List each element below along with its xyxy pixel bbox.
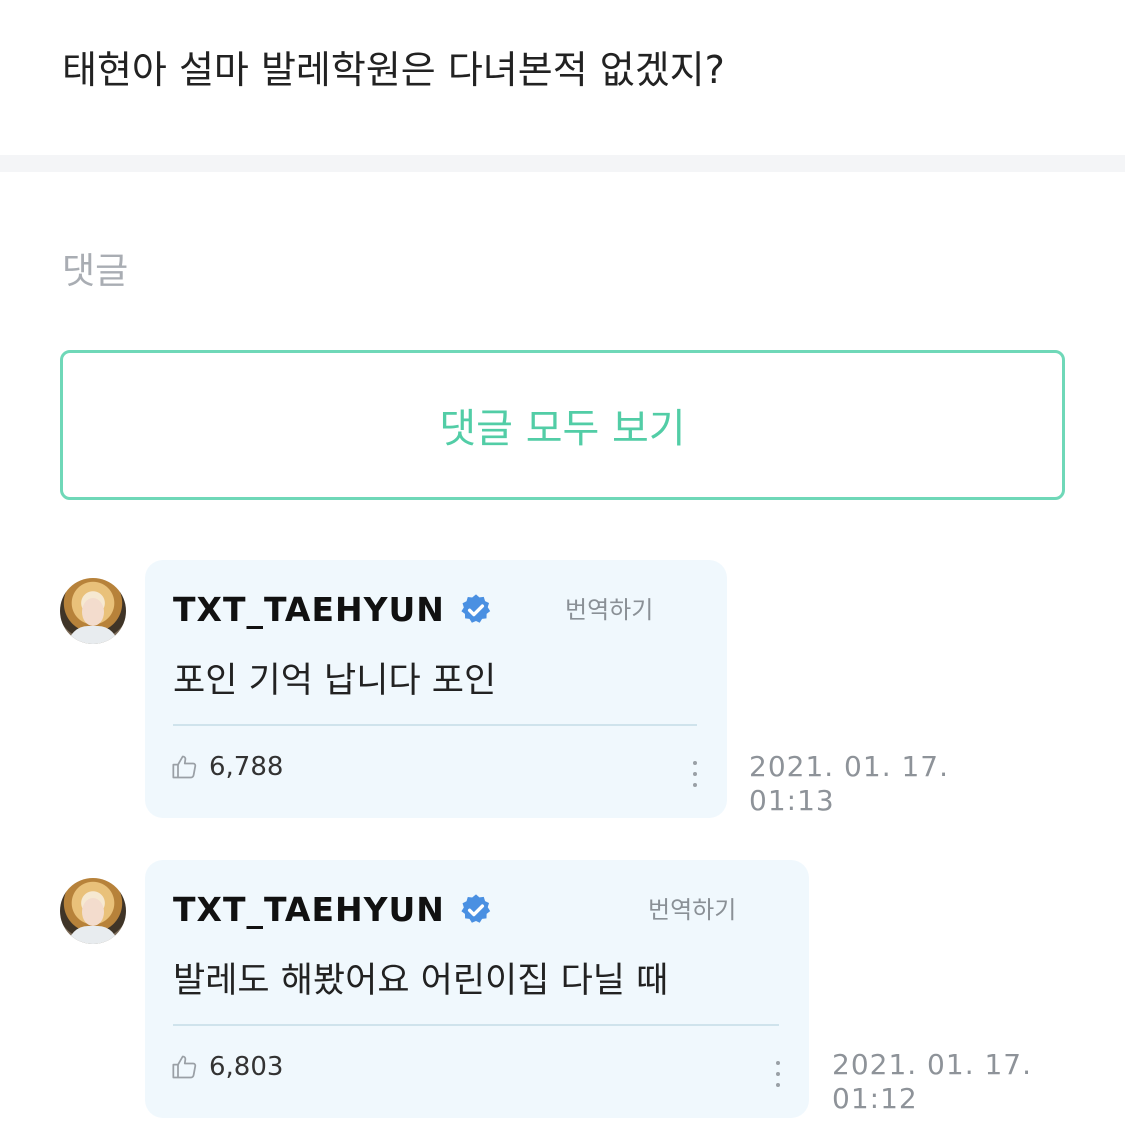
author-name[interactable]: TXT_TAEHYUN [173,890,445,929]
thumbs-up-icon [172,1055,197,1079]
comment-text: 포인 기억 납니다 포인 [173,661,497,701]
comments-section-label: 댓글 [62,251,129,292]
translate-button[interactable]: 번역하기 [648,890,736,925]
view-all-comments-button[interactable]: 댓글 모두 보기 [60,350,1065,500]
comment-time: 01:13 [749,784,835,817]
question-text: 태현아 설마 발레학원은 다녀본적 없겠지? [62,48,725,92]
comment-timestamp: 2021. 01. 17. 01:13 [749,750,949,818]
like-button[interactable]: 6,788 [171,752,283,782]
comment-time: 01:12 [832,1082,918,1115]
verified-badge-icon [461,593,491,623]
avatar[interactable] [60,878,126,944]
like-button[interactable]: 6,803 [171,1052,283,1082]
comment-timestamp: 2021. 01. 17. 01:12 [832,1048,1032,1116]
comment-date: 2021. 01. 17. [832,1048,1033,1081]
like-count: 6,803 [209,1052,284,1082]
verified-badge-icon [461,893,491,923]
comment-bubble: TXT_TAEHYUN 번역하기 발레도 해봤어요 어린이집 다닐 때 6,80… [145,860,809,1118]
more-vertical-icon[interactable] [685,756,705,792]
avatar[interactable] [60,578,126,644]
comment-date: 2021. 01. 17. [749,750,950,783]
author-name[interactable]: TXT_TAEHYUN [173,590,445,629]
comment-bubble: TXT_TAEHYUN 번역하기 포인 기억 납니다 포인 6,788 [145,560,727,818]
more-vertical-icon[interactable] [768,1056,788,1092]
comment-author[interactable]: TXT_TAEHYUN [173,890,493,929]
comment-divider [173,724,697,726]
comment-author[interactable]: TXT_TAEHYUN [173,590,493,629]
like-count: 6,788 [209,752,284,782]
comment-divider [173,1024,779,1026]
thumbs-up-icon [172,755,197,779]
comment-text: 발레도 해봤어요 어린이집 다닐 때 [173,961,669,1001]
translate-button[interactable]: 번역하기 [565,590,653,625]
section-divider [0,155,1125,172]
